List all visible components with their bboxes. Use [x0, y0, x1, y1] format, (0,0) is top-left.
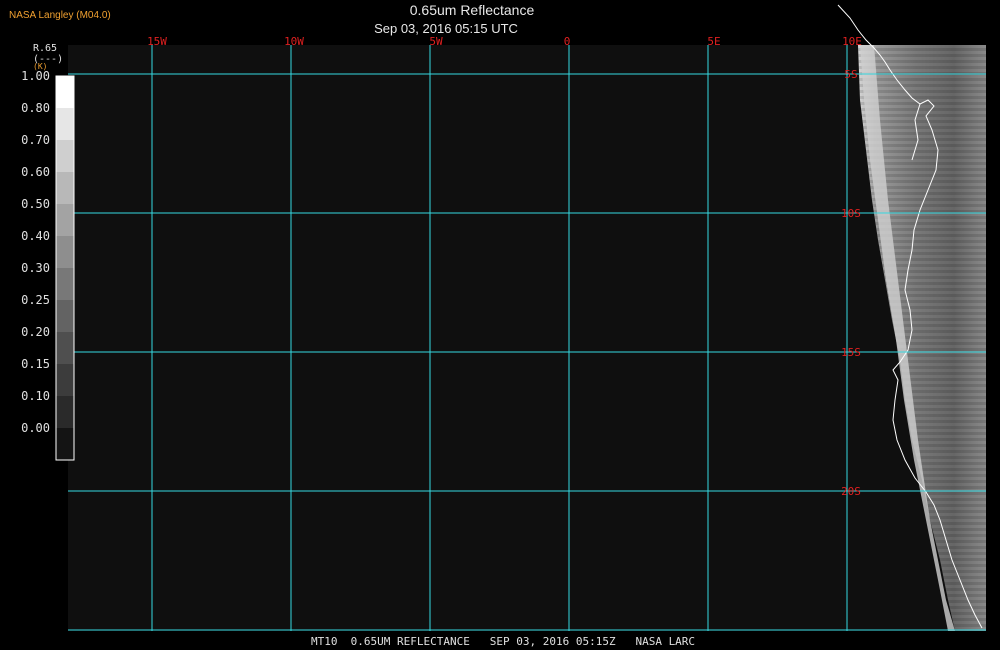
color-scale-label: 0.30 [21, 261, 50, 275]
latitude-label-15s: 15S [841, 346, 861, 359]
color-scale-label: 0.00 [21, 421, 50, 435]
color-scale-swatch [56, 428, 74, 460]
color-scale-label: 1.00 [21, 69, 50, 83]
longitude-label-5e: 5E [707, 35, 720, 48]
longitude-label-10e: 10E [842, 35, 862, 48]
color-scale-swatch [56, 172, 74, 204]
color-scale-label: 0.50 [21, 197, 50, 211]
color-scale-label: 0.60 [21, 165, 50, 179]
color-scale-swatch [56, 396, 74, 428]
color-scale-label: 0.10 [21, 389, 50, 403]
color-scale-swatch [56, 76, 74, 108]
color-scale-swatch [56, 268, 74, 300]
latitude-label-20s: 20S [841, 485, 861, 498]
color-scale-label: 0.20 [21, 325, 50, 339]
color-scale-label: 0.15 [21, 357, 50, 371]
ocean-area [68, 45, 986, 631]
color-scale-label: 0.80 [21, 101, 50, 115]
color-scale-swatch [56, 300, 74, 332]
color-scale-swatch [56, 236, 74, 268]
color-scale-label: 0.25 [21, 293, 50, 307]
latitude-label-5s: 5S [844, 68, 857, 81]
color-scale-bar [55, 75, 75, 461]
satellite-image-viewer: NASA Langley (M04.0) 0.65um Reflectance … [0, 0, 1000, 650]
color-scale-swatch [56, 204, 74, 236]
color-scale-swatch [56, 140, 74, 172]
latitude-label-10s: 10S [841, 207, 861, 220]
image-footer-caption: MT10 0.65UM REFLECTANCE SEP 03, 2016 05:… [310, 635, 696, 648]
longitude-label-5w: 5W [429, 35, 443, 48]
longitude-label-15w: 15W [147, 35, 167, 48]
longitude-label-0: 0 [564, 35, 571, 48]
color-scale-swatch [56, 332, 74, 364]
color-scale-swatch [56, 364, 74, 396]
color-scale-label: 0.40 [21, 229, 50, 243]
longitude-label-10w: 10W [284, 35, 304, 48]
color-scale-label: 0.70 [21, 133, 50, 147]
color-scale-labels: 1.00 0.80 0.70 0.60 0.50 0.40 0.30 0.25 0.20 0.15… [21, 69, 50, 435]
map-canvas: 15W 10W 5W 0 5E 10E 5S 10S 15S 20S 1.00 0… [21, 4, 986, 631]
color-scale-swatch [56, 108, 74, 140]
